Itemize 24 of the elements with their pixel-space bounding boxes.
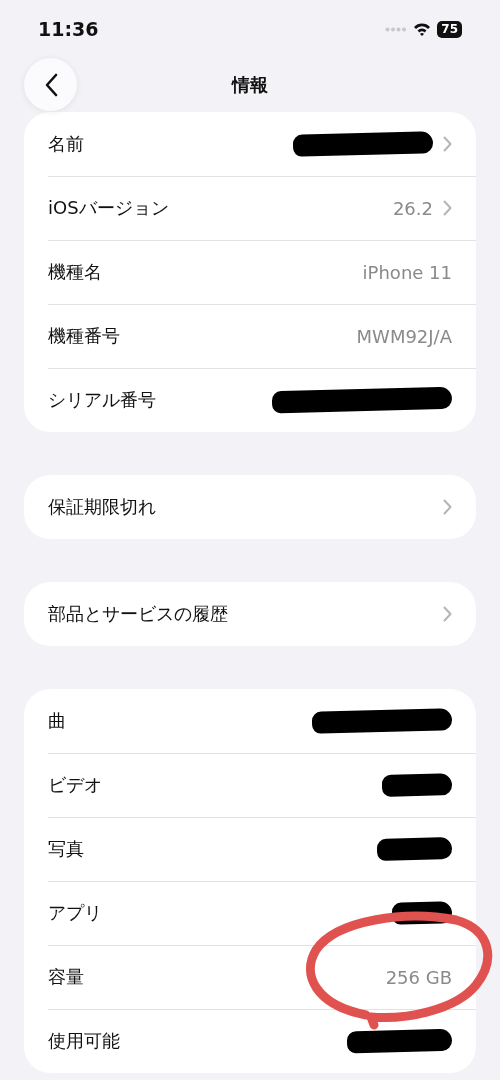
row-label: アプリ <box>48 901 103 925</box>
row-value: iPhone 11 <box>362 261 452 283</box>
back-button[interactable] <box>24 58 77 111</box>
row-label: 容量 <box>48 965 85 989</box>
row-label: 機種名 <box>48 260 103 284</box>
signal-dots-icon <box>385 26 408 32</box>
row-value: MWM92J/A <box>356 325 452 347</box>
row-label: 使用可能 <box>48 1029 121 1053</box>
row-label: シリアル番号 <box>48 388 157 412</box>
row-label: iOSバージョン <box>48 196 170 220</box>
page-title: 情報 <box>232 73 268 97</box>
row-label: 部品とサービスの履歴 <box>48 602 229 626</box>
row-value: 256 GB <box>385 966 452 988</box>
row-label: ビデオ <box>48 773 103 797</box>
row-label: 曲 <box>48 709 67 733</box>
wifi-icon <box>413 22 432 36</box>
battery-icon: 75 <box>437 20 462 38</box>
row-label: 名前 <box>48 132 85 156</box>
chevron-left-icon <box>43 72 58 97</box>
row-label: 保証期限切れ <box>48 495 157 519</box>
status-time: 11:36 <box>38 18 99 40</box>
row-label: 写真 <box>48 837 85 861</box>
row-value: 26.2 <box>392 197 433 219</box>
row-label: 機種番号 <box>48 324 121 348</box>
